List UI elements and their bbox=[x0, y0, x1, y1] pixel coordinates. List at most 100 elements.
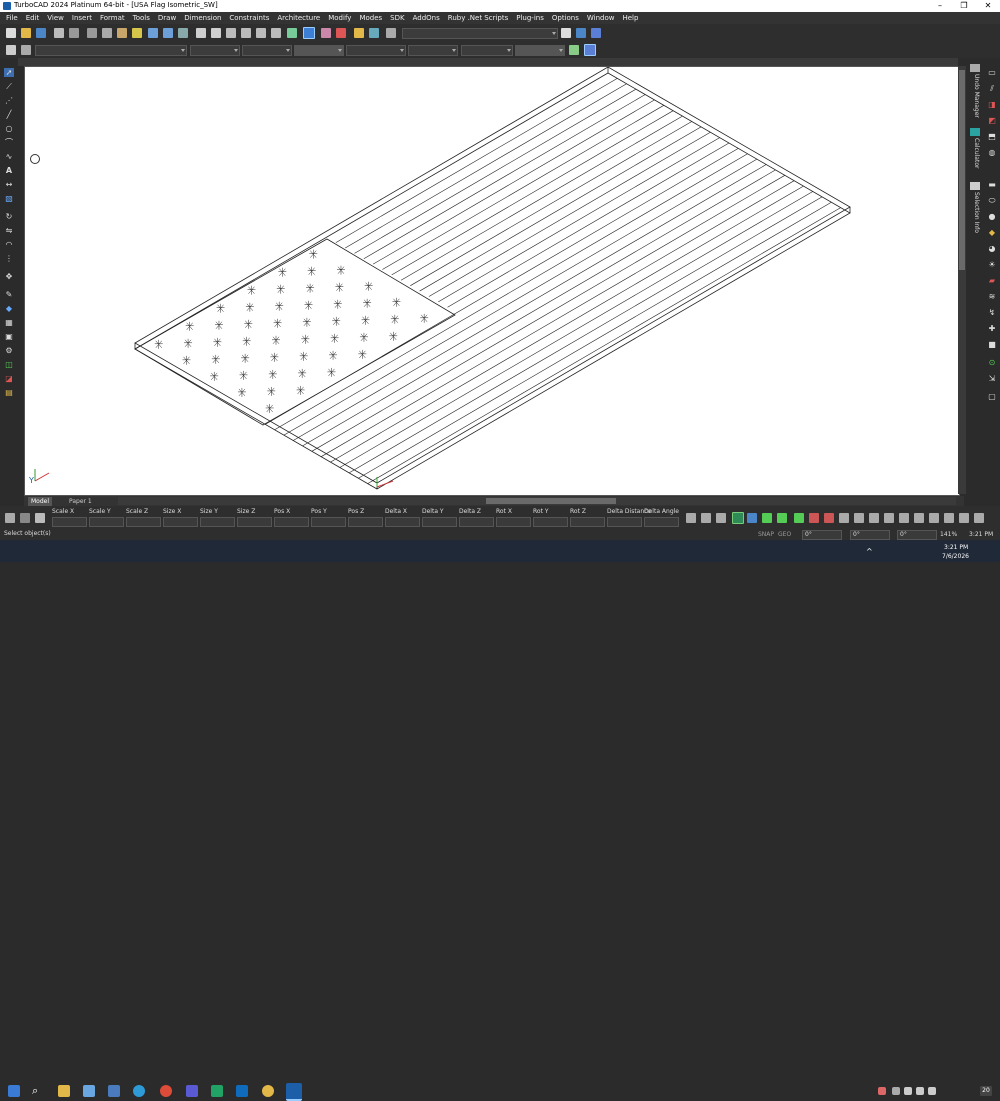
snap-tracking-icon[interactable] bbox=[914, 513, 924, 523]
zoom-in-icon[interactable] bbox=[196, 28, 206, 38]
camera-icon[interactable] bbox=[287, 28, 297, 38]
notification-badge[interactable]: 20 bbox=[980, 1086, 992, 1096]
inspector-field-size-y[interactable] bbox=[200, 517, 235, 527]
undo-manager-icon[interactable] bbox=[970, 64, 980, 72]
minimize-button[interactable]: – bbox=[928, 0, 952, 12]
zoom-out-icon[interactable] bbox=[211, 28, 221, 38]
select-arrow-icon[interactable]: ➚ bbox=[4, 68, 14, 77]
inspector-field-scale-z[interactable] bbox=[126, 517, 161, 527]
undo-icon[interactable] bbox=[148, 28, 158, 38]
color-combo[interactable] bbox=[190, 45, 240, 56]
inspector-field-scale-x[interactable] bbox=[52, 517, 87, 527]
excel-icon[interactable] bbox=[211, 1085, 223, 1097]
linestyle-combo[interactable] bbox=[242, 45, 292, 56]
inspector-field-delta-angle[interactable] bbox=[644, 517, 679, 527]
material-combo[interactable] bbox=[515, 45, 565, 56]
loft-icon[interactable]: ≋ bbox=[987, 292, 997, 301]
tray-usb-icon[interactable] bbox=[892, 1087, 900, 1095]
slice-icon[interactable]: ⫽ bbox=[987, 84, 997, 93]
zoom-all-icon[interactable] bbox=[256, 28, 266, 38]
snap-perpendicular-icon[interactable] bbox=[809, 513, 819, 523]
close-button[interactable]: ✕ bbox=[976, 0, 1000, 12]
material-icon[interactable]: ◆ bbox=[987, 228, 997, 237]
extrude-icon[interactable]: ⬒ bbox=[987, 132, 997, 141]
text-tool-icon[interactable]: A bbox=[4, 166, 14, 175]
rotate-icon[interactable]: ↻ bbox=[4, 212, 14, 221]
move-icon[interactable]: ✥ bbox=[4, 272, 14, 281]
taskbar-time[interactable]: 3:21 PM bbox=[944, 544, 968, 551]
inspector-field-size-x[interactable] bbox=[163, 517, 198, 527]
menu-tools[interactable]: Tools bbox=[129, 12, 154, 24]
wall-icon[interactable]: ▬ bbox=[987, 180, 997, 189]
snap-indicator[interactable]: SNAP bbox=[758, 531, 774, 538]
file-explorer-icon[interactable] bbox=[58, 1085, 70, 1097]
selection-info-icon[interactable] bbox=[970, 182, 980, 190]
fillet-icon[interactable]: ◠ bbox=[4, 240, 14, 249]
menu-edit[interactable]: Edit bbox=[22, 12, 44, 24]
menu-sdk[interactable]: SDK bbox=[386, 12, 408, 24]
inspector-field-pos-y[interactable] bbox=[311, 517, 346, 527]
open-folder-icon[interactable] bbox=[21, 28, 31, 38]
mirror-icon[interactable]: ⇋ bbox=[4, 226, 14, 235]
print-icon[interactable] bbox=[54, 28, 64, 38]
hatch-icon[interactable]: ▧ bbox=[4, 194, 14, 203]
menu-format[interactable]: Format bbox=[96, 12, 129, 24]
pen-width-combo[interactable] bbox=[294, 45, 344, 56]
tray-app-icon[interactable] bbox=[878, 1087, 886, 1095]
inspector-field-delta-x[interactable] bbox=[385, 517, 420, 527]
check-icon[interactable]: ⊙ bbox=[987, 358, 997, 367]
zoom-window-icon[interactable] bbox=[226, 28, 236, 38]
boolean-icon[interactable]: ◨ bbox=[987, 100, 997, 109]
menu-help[interactable]: Help bbox=[618, 12, 642, 24]
new-file-icon[interactable] bbox=[6, 28, 16, 38]
insert-image-icon[interactable]: ▤ bbox=[4, 388, 14, 397]
block-icon[interactable]: ▣ bbox=[4, 332, 14, 341]
snap-center-icon[interactable] bbox=[716, 513, 726, 523]
font-combo[interactable] bbox=[408, 45, 458, 56]
info-icon[interactable] bbox=[576, 28, 586, 38]
subtract-icon[interactable]: ◩ bbox=[987, 116, 997, 125]
inspector-field-rot-y[interactable] bbox=[533, 517, 568, 527]
snap-grid-icon[interactable] bbox=[777, 513, 787, 523]
grid-icon[interactable] bbox=[303, 27, 315, 39]
menu-plug-ins[interactable]: Plug-ins bbox=[512, 12, 548, 24]
menu-options[interactable]: Options bbox=[548, 12, 583, 24]
inspector-field-delta-distance[interactable] bbox=[607, 517, 642, 527]
section-icon[interactable]: ▰ bbox=[987, 276, 997, 285]
copy-icon[interactable] bbox=[102, 28, 112, 38]
tab-selection-info[interactable]: Selection Info bbox=[968, 192, 980, 233]
snap-active-icon[interactable] bbox=[732, 512, 744, 524]
render-icon[interactable] bbox=[321, 28, 331, 38]
tab-calculator[interactable]: Calculator bbox=[968, 138, 980, 168]
record-icon[interactable] bbox=[336, 28, 346, 38]
inspector-field-size-z[interactable] bbox=[237, 517, 272, 527]
layer-combo[interactable] bbox=[35, 45, 187, 56]
solid-icon[interactable]: ■ bbox=[987, 340, 997, 349]
zoom-extents-icon[interactable] bbox=[241, 28, 251, 38]
tray-overflow-icon[interactable]: ^ bbox=[866, 547, 873, 556]
light-icon[interactable]: ☀ bbox=[987, 260, 997, 269]
snap-parallel-icon[interactable] bbox=[944, 513, 954, 523]
inspector-field-rot-z[interactable] bbox=[570, 517, 605, 527]
search-icon[interactable]: ⌕ bbox=[32, 1085, 44, 1097]
snap-intersect-icon[interactable] bbox=[747, 513, 757, 523]
format-painter-icon[interactable] bbox=[132, 28, 142, 38]
inspector-options-icon[interactable] bbox=[35, 513, 45, 523]
sphere-icon[interactable]: ● bbox=[987, 212, 997, 221]
3d-box-icon[interactable]: ▭ bbox=[987, 68, 997, 77]
paste-icon[interactable] bbox=[117, 28, 127, 38]
chrome-profile-icon[interactable] bbox=[262, 1085, 274, 1097]
save-icon[interactable] bbox=[36, 28, 46, 38]
turbocad-taskbar-icon[interactable] bbox=[286, 1083, 302, 1101]
cut-icon[interactable] bbox=[87, 28, 97, 38]
menu-ruby-net-scripts[interactable]: Ruby .Net Scripts bbox=[444, 12, 512, 24]
inspector-select-icon[interactable] bbox=[5, 513, 15, 523]
properties-icon[interactable] bbox=[386, 28, 396, 38]
measure-icon[interactable]: ◫ bbox=[4, 360, 14, 369]
menu-draw[interactable]: Draw bbox=[154, 12, 180, 24]
print-preview-icon[interactable] bbox=[69, 28, 79, 38]
property-apply-icon[interactable] bbox=[584, 44, 596, 56]
menu-architecture[interactable]: Architecture bbox=[273, 12, 324, 24]
snap-middle-icon[interactable] bbox=[701, 513, 711, 523]
snap-settings-icon[interactable]: ⚙ bbox=[4, 346, 14, 355]
